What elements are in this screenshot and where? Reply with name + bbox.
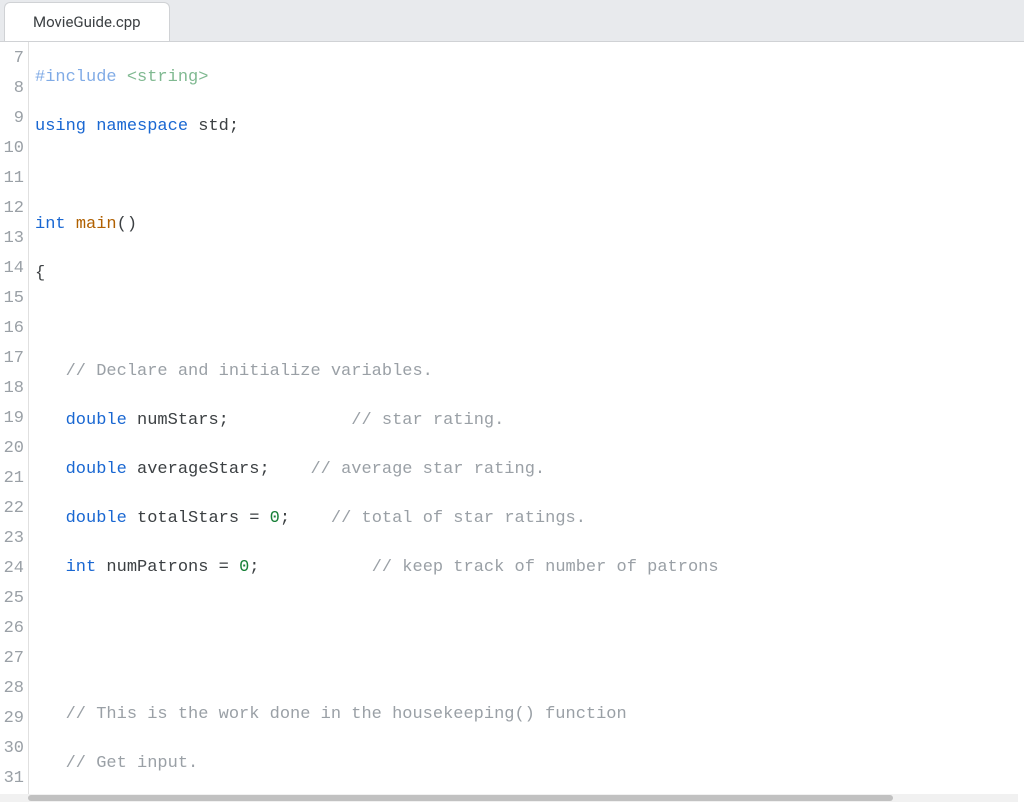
line-num: 11 (0, 164, 28, 194)
line-num: 14 (0, 254, 28, 284)
line-num: 7 (0, 44, 28, 74)
line-num: 20 (0, 434, 28, 464)
line-num: 13 (0, 224, 28, 254)
code-line[interactable] (35, 308, 1024, 338)
line-num: 15 (0, 284, 28, 314)
horizontal-scrollbar[interactable] (0, 794, 1018, 802)
line-num: 12 (0, 194, 28, 224)
line-num: 8 (0, 74, 28, 104)
code-line[interactable] (35, 651, 1024, 681)
line-num: 31 (0, 764, 28, 794)
line-num: 23 (0, 524, 28, 554)
line-gutter: 7 8 9 10 11 12 13 14 15 16 17 18 19 20 2… (0, 42, 28, 802)
code-line[interactable]: #include <string> (35, 63, 1024, 93)
line-num: 24 (0, 554, 28, 584)
line-num: 25 (0, 584, 28, 614)
code-line[interactable]: int numPatrons = 0; // keep track of num… (35, 553, 1024, 583)
code-line[interactable]: // Declare and initialize variables. (35, 357, 1024, 387)
code-content[interactable]: #include <string> using namespace std; i… (28, 42, 1024, 802)
code-line[interactable]: double averageStars; // average star rat… (35, 455, 1024, 485)
line-num: 26 (0, 614, 28, 644)
line-num: 30 (0, 734, 28, 764)
line-num: 18 (0, 374, 28, 404)
line-num: 19 (0, 404, 28, 434)
line-num: 21 (0, 464, 28, 494)
code-editor[interactable]: 7 8 9 10 11 12 13 14 15 16 17 18 19 20 2… (0, 42, 1024, 802)
line-num: 22 (0, 494, 28, 524)
line-num: 9 (0, 104, 28, 134)
line-num: 29 (0, 704, 28, 734)
line-num: 10 (0, 134, 28, 164)
line-num: 28 (0, 674, 28, 704)
code-line[interactable]: int main() (35, 210, 1024, 240)
line-num: 27 (0, 644, 28, 674)
code-line[interactable]: { (35, 259, 1024, 289)
tab-label: MovieGuide.cpp (33, 13, 141, 31)
tab-active[interactable]: MovieGuide.cpp (4, 2, 170, 41)
line-num: 17 (0, 344, 28, 374)
code-line[interactable]: // This is the work done in the housekee… (35, 700, 1024, 730)
code-line[interactable] (35, 161, 1024, 191)
code-line[interactable]: using namespace std; (35, 112, 1024, 142)
scrollbar-thumb[interactable] (28, 795, 893, 801)
line-num: 16 (0, 314, 28, 344)
code-line[interactable]: double numStars; // star rating. (35, 406, 1024, 436)
tab-bar: MovieGuide.cpp (0, 0, 1024, 42)
code-line[interactable]: // Get input. (35, 749, 1024, 779)
code-line[interactable]: double totalStars = 0; // total of star … (35, 504, 1024, 534)
code-line[interactable] (35, 602, 1024, 632)
